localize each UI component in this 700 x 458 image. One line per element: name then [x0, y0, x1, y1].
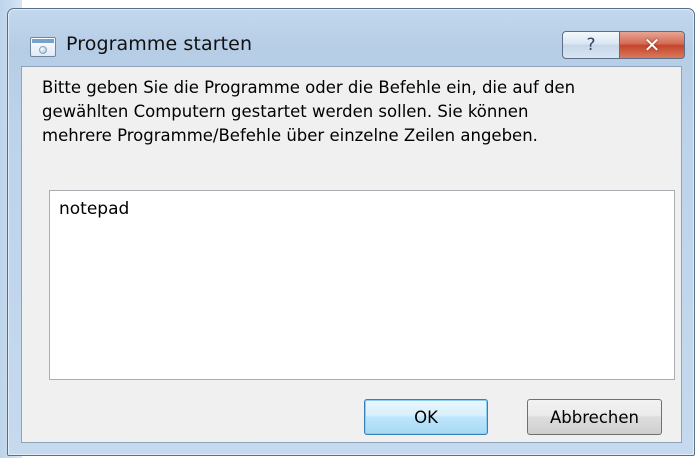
cancel-button[interactable]: Abbrechen: [527, 399, 662, 435]
instruction-text: Bitte geben Sie die Programme oder die B…: [42, 76, 682, 148]
instruction-line: mehrere Programme/Befehle über einzelne …: [42, 126, 538, 145]
help-button[interactable]: ?: [562, 31, 620, 59]
close-icon: ✕: [643, 33, 661, 57]
commands-input[interactable]: notepad: [49, 190, 675, 380]
dialog-client-area: Bitte geben Sie die Programme oder die B…: [21, 66, 682, 443]
instruction-line: Bitte geben Sie die Programme oder die B…: [42, 78, 576, 97]
dialog-window: Programme starten ? ✕ Bitte geben Sie di…: [7, 8, 695, 456]
instruction-line: gewählten Computern gestartet werden sol…: [42, 102, 529, 121]
ok-button[interactable]: OK: [364, 399, 488, 435]
close-button[interactable]: ✕: [619, 31, 685, 59]
window-app-icon: [30, 37, 56, 57]
window-title: Programme starten: [66, 33, 253, 55]
help-icon: ?: [586, 35, 596, 55]
